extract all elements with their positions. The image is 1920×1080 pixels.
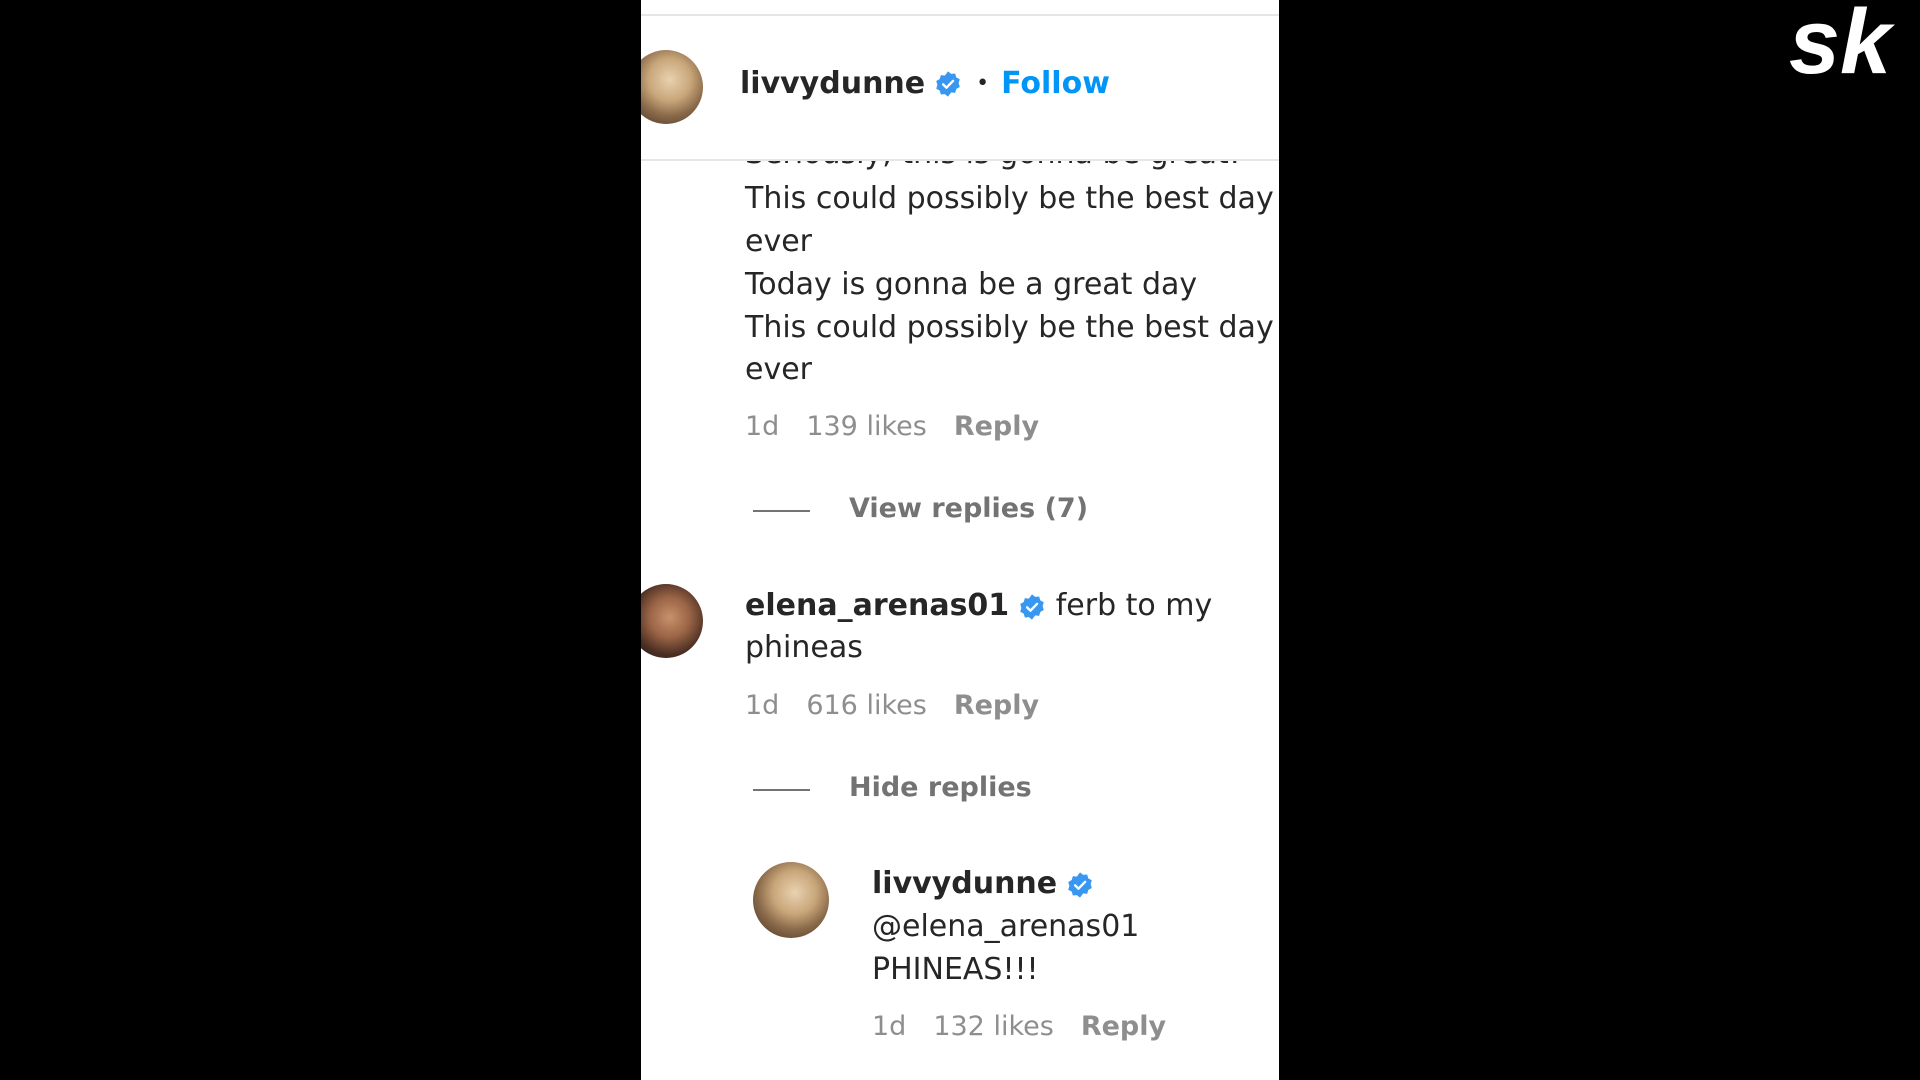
avatar[interactable] — [641, 584, 703, 658]
comment-body: elena_arenas01 ferb to my — [745, 585, 1212, 628]
comment-text-line: ever — [745, 224, 813, 259]
avatar[interactable] — [753, 862, 829, 938]
verified-badge-icon — [936, 70, 960, 97]
sk-logo: sk — [1789, 3, 1895, 83]
comment-text: ferb to my — [1055, 588, 1213, 623]
reply-button[interactable]: Reply — [954, 411, 1039, 442]
reply-button[interactable]: Reply — [954, 690, 1039, 721]
replies-line — [753, 510, 810, 512]
divider — [641, 14, 1279, 16]
comment-username[interactable]: elena_arenas01 — [745, 588, 1009, 623]
comment-likes[interactable]: 139 likes — [806, 411, 926, 442]
follow-button[interactable]: Follow — [1001, 66, 1110, 101]
separator-dot: • — [976, 71, 990, 96]
verified-badge-icon — [1068, 871, 1092, 898]
reply-text: PHINEAS!!! — [872, 952, 1039, 987]
hide-replies-button[interactable]: Hide replies — [849, 772, 1032, 803]
instagram-comments-panel: Seriously, this is gonna be great! This … — [641, 0, 1279, 1080]
header-username[interactable]: livvydunne — [740, 66, 925, 101]
verified-badge-icon — [1020, 593, 1044, 620]
comment-text-line: This could possibly be the best day — [745, 310, 1274, 345]
comment-meta: 1d 139 likes Reply — [745, 411, 1066, 442]
reply-username[interactable]: livvydunne — [872, 866, 1057, 901]
comment-text-line: ever — [745, 352, 813, 387]
comment-text-line: This could possibly be the best day — [745, 181, 1274, 216]
comment-meta: 1d 616 likes Reply — [745, 690, 1066, 721]
comment-likes[interactable]: 616 likes — [806, 690, 926, 721]
view-replies-button[interactable]: View replies (7) — [849, 493, 1088, 524]
reply-meta: 1d 132 likes Reply — [872, 1011, 1193, 1042]
comment-text-line: Today is gonna be a great day — [745, 267, 1198, 302]
comment-time: 1d — [745, 411, 780, 442]
comment-time: 1d — [745, 690, 780, 721]
reply-button[interactable]: Reply — [1081, 1011, 1166, 1042]
header-row: livvydunne • Follow — [740, 66, 1110, 101]
post-header: livvydunne • Follow — [641, 17, 1279, 161]
reply-likes[interactable]: 132 likes — [933, 1011, 1053, 1042]
avatar[interactable] — [641, 50, 703, 124]
replies-line — [753, 789, 810, 791]
reply-time: 1d — [872, 1011, 907, 1042]
comment-text-line: phineas — [745, 630, 863, 665]
reply-mention[interactable]: @elena_arenas01 — [872, 906, 1139, 949]
svg-text:sk: sk — [1789, 3, 1895, 83]
reply-username-row: livvydunne — [872, 863, 1094, 906]
